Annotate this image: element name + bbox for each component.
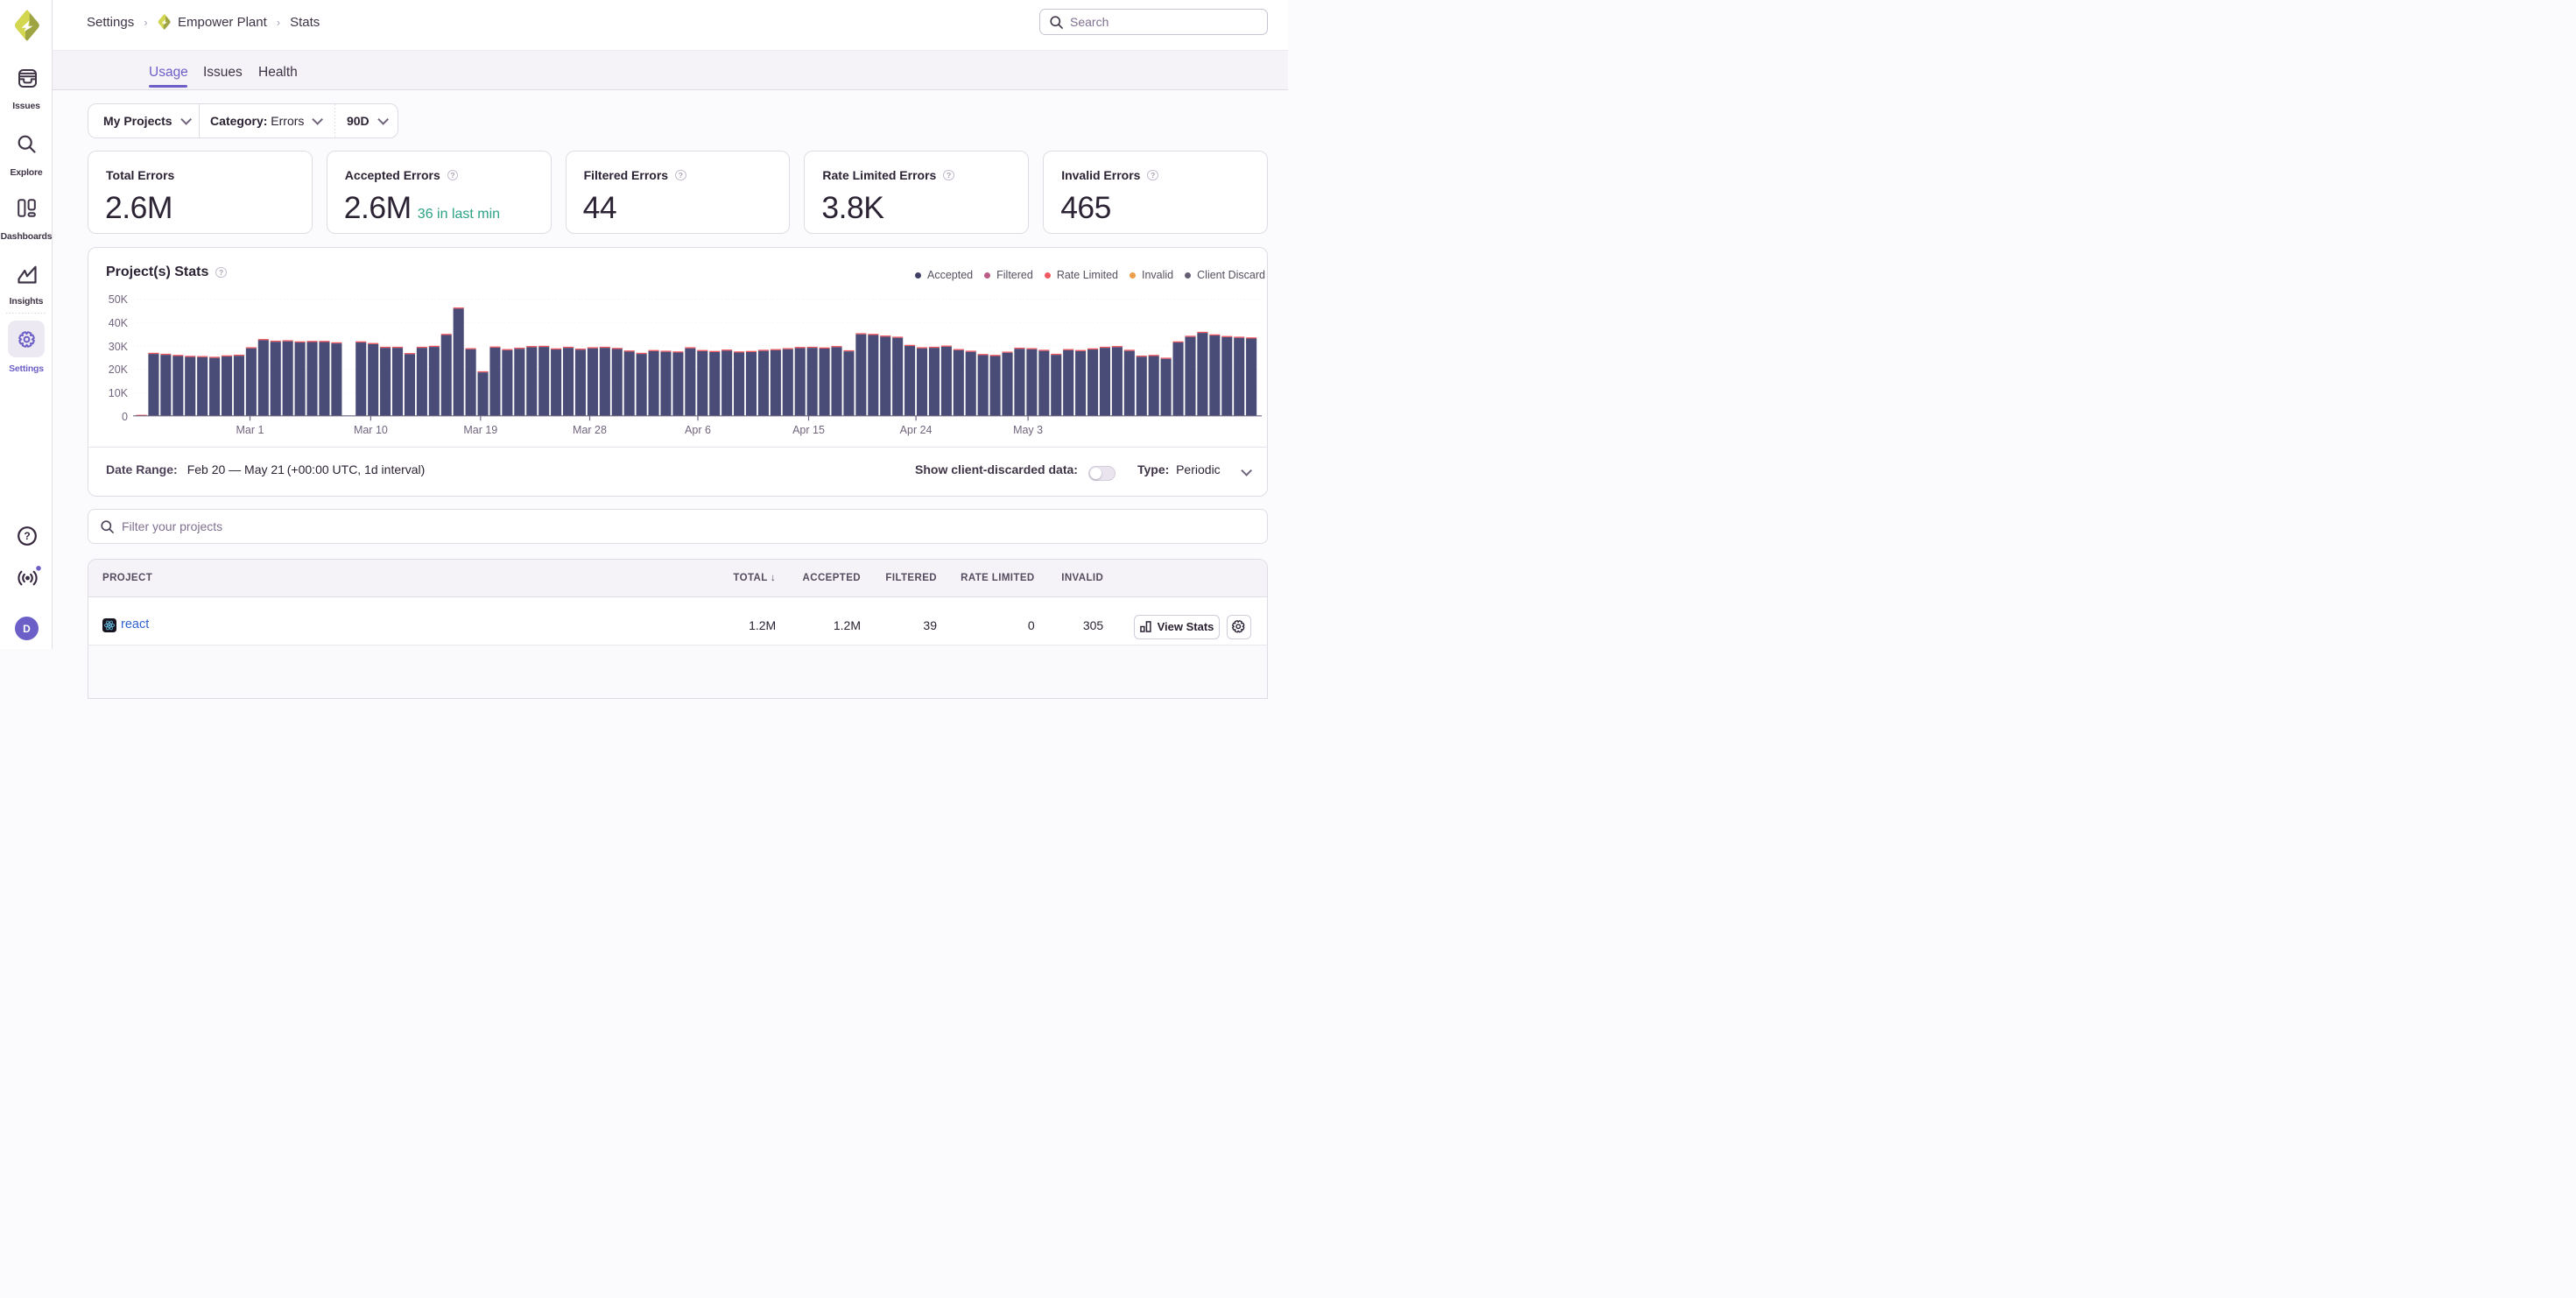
svg-text:Apr 15: Apr 15 (792, 424, 825, 436)
svg-text:Mar 1: Mar 1 (236, 424, 264, 436)
svg-text:?: ? (24, 530, 30, 542)
svg-text:Apr 24: Apr 24 (900, 424, 933, 436)
svg-text:Apr 6: Apr 6 (685, 424, 711, 436)
svg-text:Mar 19: Mar 19 (463, 424, 497, 436)
svg-text:Mar 10: Mar 10 (354, 424, 388, 436)
svg-text:May 3: May 3 (1013, 424, 1043, 436)
svg-text:Mar 28: Mar 28 (573, 424, 607, 436)
